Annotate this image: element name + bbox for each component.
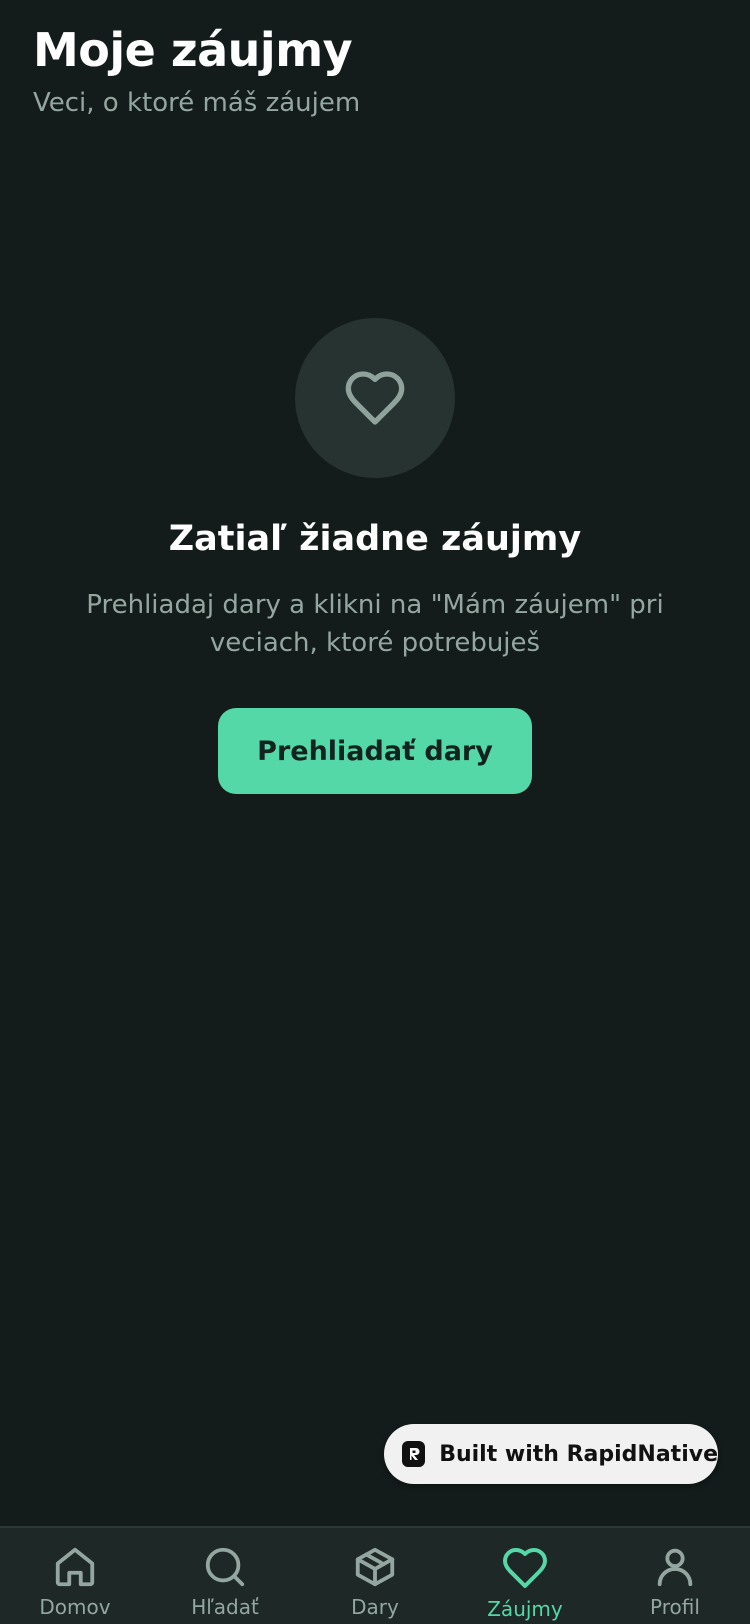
search-icon (205, 1547, 245, 1587)
tab-label: Domov (39, 1595, 111, 1619)
interests-screen: Moje záujmy Veci, o ktoré máš záujem Zat… (0, 0, 750, 1624)
heart-icon (503, 1548, 547, 1588)
empty-state: Zatiaľ žiadne záujmy Prehliadaj dary a k… (0, 318, 750, 794)
tab-donations[interactable]: Dary (300, 1528, 450, 1624)
page-title: Moje záujmy (33, 23, 353, 77)
tab-label: Profil (650, 1595, 700, 1619)
user-icon (657, 1548, 693, 1587)
tab-home[interactable]: Domov (0, 1528, 150, 1624)
empty-state-title: Zatiaľ žiadne záujmy (168, 519, 582, 559)
empty-state-description: Prehliadaj dary a klikni na "Mám záujem"… (86, 590, 664, 658)
page-subtitle: Veci, o ktoré máš záujem (33, 88, 361, 118)
tab-profile[interactable]: Profil (600, 1528, 750, 1624)
tab-label: Dary (351, 1595, 399, 1619)
box-icon (355, 1547, 395, 1587)
rapidnative-logo-icon (402, 1441, 426, 1467)
home-icon (55, 1547, 95, 1587)
built-with-rapidnative-badge[interactable]: Built with RapidNative (384, 1424, 718, 1484)
heart-icon (345, 371, 405, 425)
tab-interests[interactable]: Záujmy (450, 1528, 600, 1624)
badge-label: Built with RapidNative (439, 1441, 718, 1467)
tab-search[interactable]: Hľadať (150, 1528, 300, 1624)
bottom-tab-bar: Domov Hľadať Dary Záujmy Profil (0, 1526, 750, 1624)
empty-state-icon-circle (295, 318, 455, 478)
tab-label: Záujmy (487, 1597, 563, 1621)
browse-donations-button[interactable]: Prehliadať dary (218, 708, 532, 794)
tab-label: Hľadať (191, 1595, 259, 1619)
page-header: Moje záujmy Veci, o ktoré máš záujem (33, 22, 717, 120)
